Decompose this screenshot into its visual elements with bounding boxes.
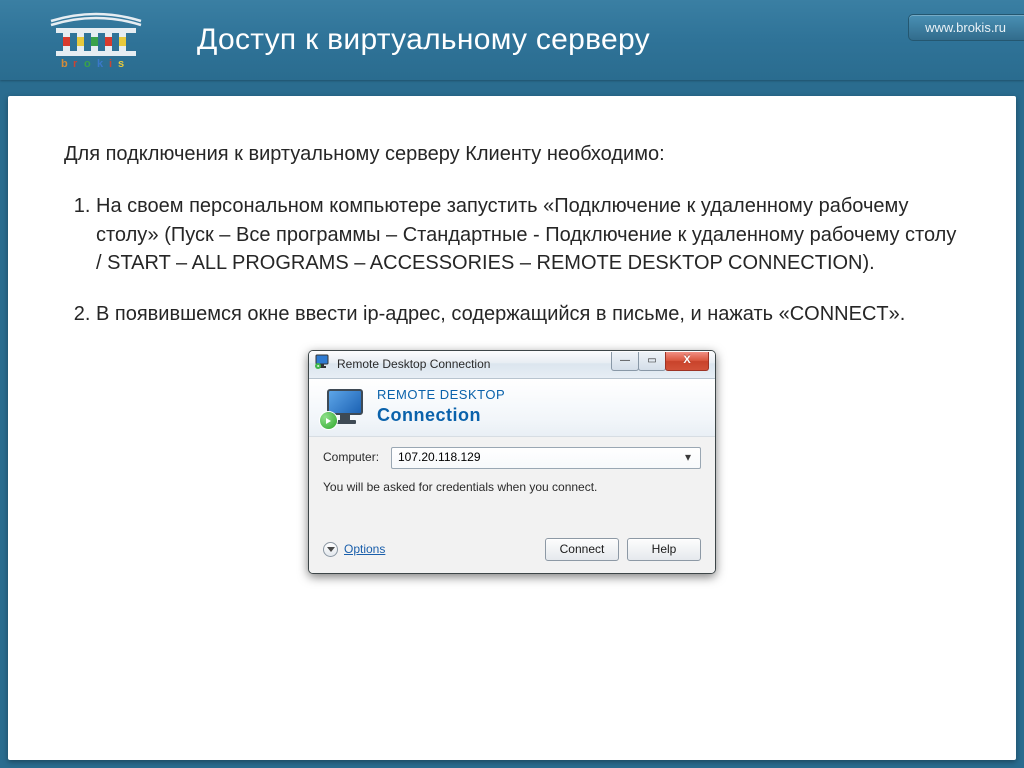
intro-text: Для подключения к виртуальному серверу К…	[64, 140, 960, 168]
svg-text:r: r	[73, 58, 78, 69]
site-link-badge[interactable]: www.brokis.ru	[908, 14, 1024, 41]
banner-line2: Connection	[377, 403, 505, 429]
computer-combobox[interactable]: 107.20.118.129 ▾	[391, 447, 701, 469]
close-icon: X	[683, 355, 690, 366]
computer-label: Computer:	[323, 449, 391, 466]
remote-desktop-icon	[323, 387, 365, 427]
svg-text:s: s	[118, 58, 124, 69]
options-expand-icon	[323, 542, 338, 557]
brokis-logo: b r o k i s	[18, 10, 173, 70]
svg-text:k: k	[97, 58, 104, 69]
computer-value: 107.20.118.129	[398, 449, 680, 466]
options-label: Options	[344, 541, 385, 558]
slide-body: Для подключения к виртуальному серверу К…	[8, 96, 1016, 760]
connect-button[interactable]: Connect	[545, 538, 619, 561]
maximize-icon: ▭	[647, 356, 656, 366]
minimize-button[interactable]: —	[611, 352, 639, 371]
slide-header: b r o k i s Доступ к виртуальному сервер…	[0, 0, 1024, 80]
rdc-title-text: Remote Desktop Connection	[337, 356, 612, 373]
rdc-title-icon	[315, 354, 331, 375]
svg-text:i: i	[109, 58, 112, 69]
options-toggle[interactable]: Options	[323, 541, 385, 558]
svg-text:o: o	[84, 58, 91, 69]
rdc-window: Remote Desktop Connection — ▭ X REMOTE D…	[308, 350, 716, 574]
rdc-banner: REMOTE DESKTOP Connection	[309, 379, 715, 437]
slide-title: Доступ к виртуальному серверу	[197, 23, 1024, 57]
step-1: На своем персональном компьютере запусти…	[96, 192, 960, 277]
rdc-titlebar[interactable]: Remote Desktop Connection — ▭ X	[309, 351, 715, 379]
minimize-icon: —	[620, 356, 630, 366]
step-2: В появившемся окне ввести ip-адрес, соде…	[96, 300, 960, 328]
credentials-note: You will be asked for credentials when y…	[323, 479, 701, 496]
chevron-down-icon[interactable]: ▾	[680, 449, 696, 466]
maximize-button[interactable]: ▭	[638, 352, 666, 371]
steps-list: На своем персональном компьютере запусти…	[64, 192, 960, 328]
close-button[interactable]: X	[665, 352, 709, 371]
help-button[interactable]: Help	[627, 538, 701, 561]
svg-text:b: b	[61, 58, 68, 69]
